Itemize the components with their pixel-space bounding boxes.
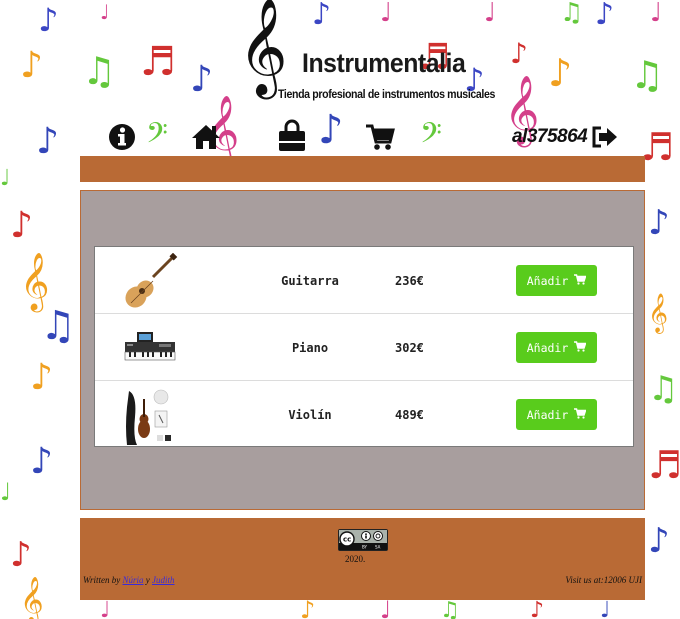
cc-license-icon[interactable]: cc BY SA xyxy=(338,529,388,551)
site-subtitle: Tienda profesional de instrumentos music… xyxy=(278,89,496,101)
site-header: 𝄞 Instrumentalia Tienda profesional de i… xyxy=(0,0,680,160)
violin-image xyxy=(123,387,179,445)
add-to-cart-button[interactable]: Añadir xyxy=(516,399,597,430)
svg-text:SA: SA xyxy=(375,545,381,550)
author-link-judith[interactable]: Judith xyxy=(152,575,175,585)
cart-icon xyxy=(574,273,587,288)
site-footer: cc BY SA 2020. Written by Núria y Judith… xyxy=(80,518,645,600)
keyboard-image xyxy=(123,320,179,376)
footer-year: 2020. xyxy=(345,554,366,564)
add-button-label: Añadir xyxy=(526,273,569,288)
logout-icon[interactable] xyxy=(588,122,620,152)
written-by-label: Written by xyxy=(83,575,121,585)
shopping-bag-icon[interactable] xyxy=(276,118,308,154)
table-row: Violín 489€ Añadir xyxy=(95,381,633,448)
product-panel: Guitarra 236€ Añadir Piano 302€ Añadir V… xyxy=(80,190,645,510)
cart-icon[interactable] xyxy=(364,122,396,152)
and-label: y xyxy=(145,575,150,585)
nav-bar xyxy=(80,156,645,182)
product-price: 236€ xyxy=(395,273,424,288)
add-button-label: Añadir xyxy=(526,407,569,422)
add-to-cart-button[interactable]: Añadir xyxy=(516,265,597,296)
site-title: Instrumentalia xyxy=(302,48,466,78)
cart-icon xyxy=(574,407,587,422)
guitar-image xyxy=(123,252,179,309)
author-link-nuria[interactable]: Núria xyxy=(123,575,144,585)
add-button-label: Añadir xyxy=(526,340,569,355)
product-price: 489€ xyxy=(395,407,424,422)
info-icon[interactable] xyxy=(106,122,138,152)
add-to-cart-button[interactable]: Añadir xyxy=(516,332,597,363)
footer-visit: Visit us at:12006 UJI xyxy=(565,575,642,585)
cart-icon xyxy=(574,340,587,355)
username: al375864 xyxy=(512,126,588,147)
treble-clef-logo-icon: 𝄞 xyxy=(238,0,288,95)
svg-text:BY: BY xyxy=(362,545,368,550)
product-table: Guitarra 236€ Añadir Piano 302€ Añadir V… xyxy=(94,246,634,447)
table-row: Guitarra 236€ Añadir xyxy=(95,247,633,314)
product-name: Violín xyxy=(288,407,332,422)
product-name: Guitarra xyxy=(281,273,339,288)
product-price: 302€ xyxy=(395,340,424,355)
table-row: Piano 302€ Añadir xyxy=(95,314,633,381)
footer-credits: Written by Núria y Judith xyxy=(83,575,175,585)
svg-text:cc: cc xyxy=(343,536,351,544)
home-icon[interactable] xyxy=(190,122,222,152)
product-name: Piano xyxy=(291,340,329,355)
